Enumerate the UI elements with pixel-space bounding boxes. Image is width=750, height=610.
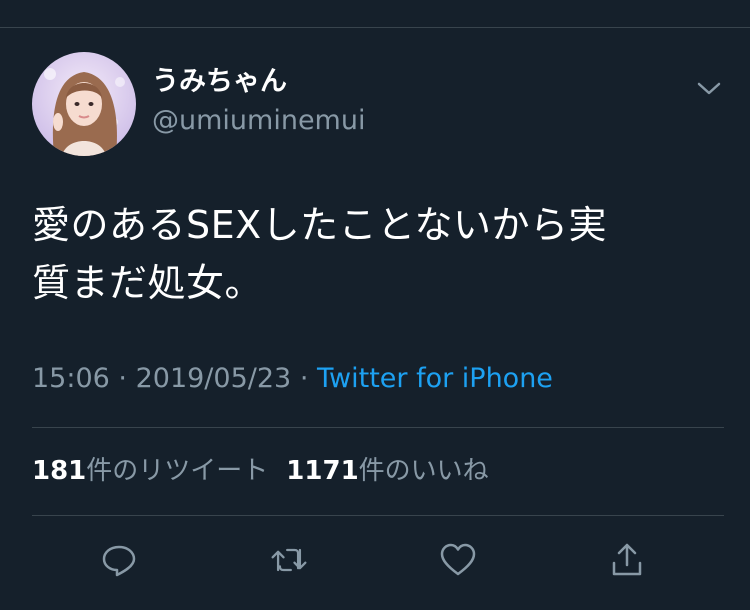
author-display-name[interactable]: うみちゃん [152, 64, 287, 100]
tweet-text-line: 愛のあるSEXしたことないから実 [32, 203, 608, 247]
likes-label: 件のいいね [358, 456, 489, 486]
retweet-icon[interactable] [269, 540, 309, 580]
separator: · [118, 363, 127, 394]
tweet-metadata: 15:06 · 2019/05/23 · Twitter for iPhone [32, 360, 553, 398]
divider [32, 515, 724, 516]
tweet-source-link[interactable]: Twitter for iPhone [317, 363, 553, 394]
retweets-label: 件のリツイート [86, 456, 269, 486]
likes-stat[interactable]: 1171件のいいね [286, 456, 488, 486]
tweet-time[interactable]: 15:06 [32, 363, 110, 394]
author-username[interactable]: @umiuminemui [152, 103, 365, 139]
tweet-stats: 181件のリツイート 1171件のいいね [32, 453, 489, 489]
avatar[interactable] [32, 52, 136, 156]
tweet-text-line: 質まだ処女。 [32, 261, 264, 305]
chevron-down-icon[interactable] [694, 76, 724, 100]
likes-count: 1171 [286, 456, 359, 486]
heart-icon[interactable] [438, 540, 478, 580]
separator: · [299, 363, 309, 394]
retweets-count: 181 [32, 456, 87, 486]
avatar-image [32, 52, 136, 156]
divider [32, 427, 724, 428]
tweet-text: 愛のあるSEXしたことないから実 質まだ処女。 [32, 196, 712, 312]
reply-icon[interactable] [99, 540, 139, 580]
retweets-stat[interactable]: 181件のリツイート [32, 456, 268, 486]
share-icon[interactable] [607, 540, 647, 580]
tweet-date[interactable]: 2019/05/23 [136, 363, 292, 394]
top-divider [0, 27, 750, 28]
